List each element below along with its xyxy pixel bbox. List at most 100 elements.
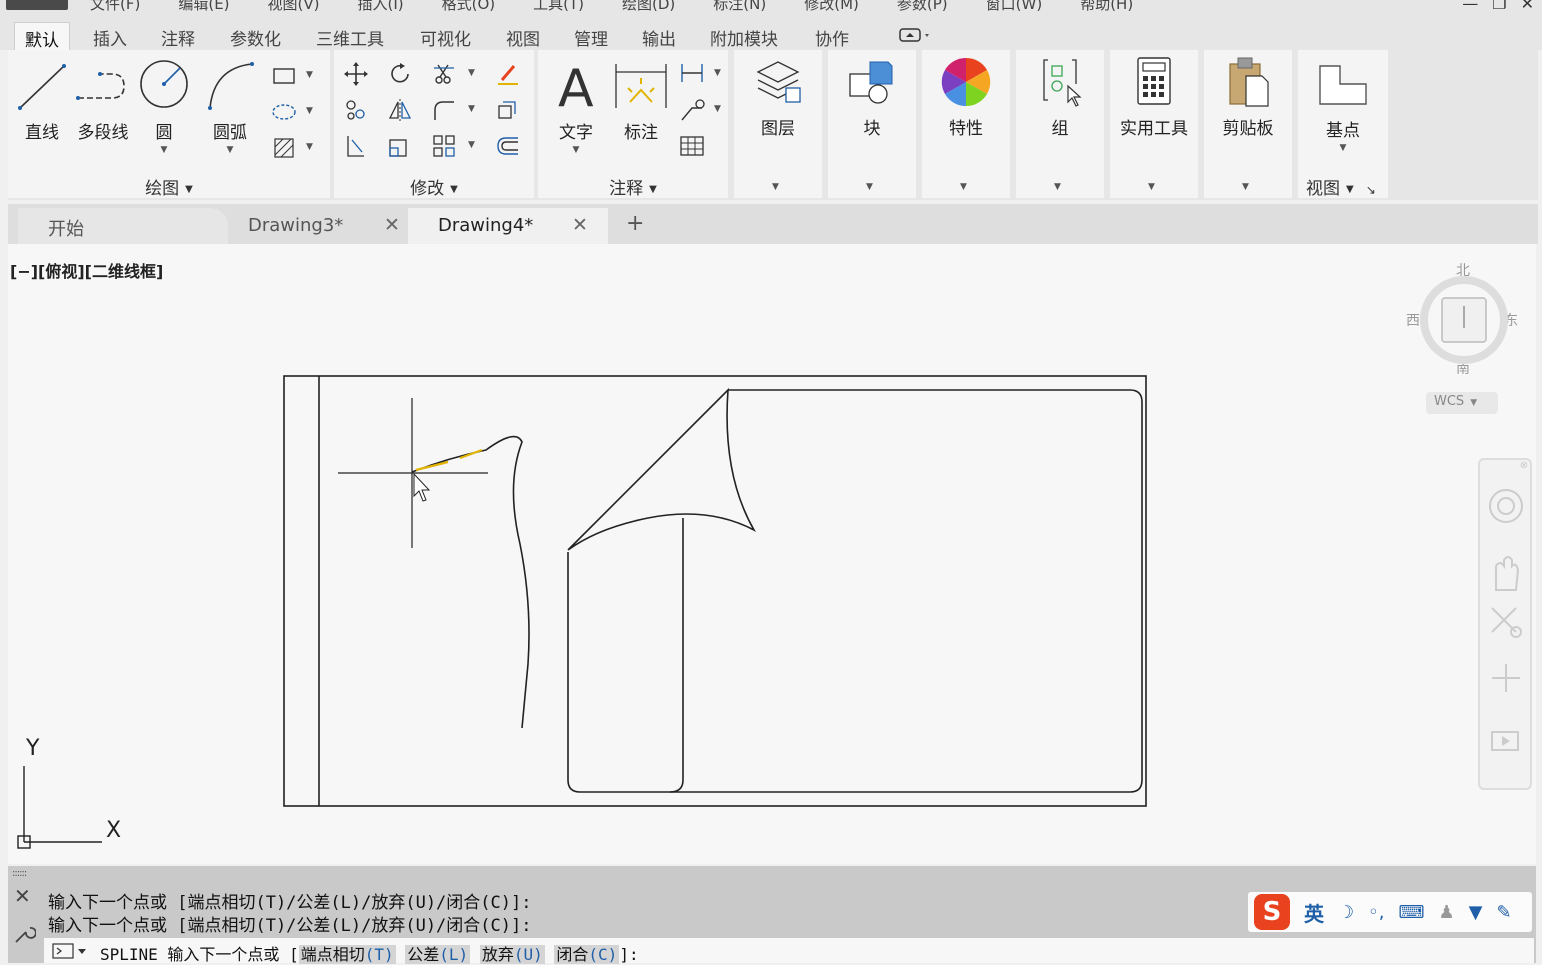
ellipse-button[interactable] (270, 98, 298, 126)
menu-parametric[interactable]: 参数(P) (897, 0, 948, 14)
menu-dimension[interactable]: 标注(N) (713, 0, 766, 14)
ime-logo-icon[interactable]: S (1254, 894, 1290, 930)
close-tab-icon[interactable]: ✕ (384, 214, 400, 236)
clipboard-dropdown-icon[interactable]: ▼ (1242, 182, 1249, 192)
menu-modify[interactable]: 修改(M) (804, 0, 859, 14)
linear-dim-button[interactable] (678, 60, 706, 88)
option-undo[interactable]: 放弃(U) (479, 945, 545, 964)
grip-handle-icon[interactable]: :::::: (12, 868, 27, 879)
linear-dim-dropdown-icon[interactable]: ▼ (714, 68, 721, 78)
keyboard-icon[interactable]: ⌨ (1398, 902, 1424, 923)
tab-collaborate[interactable]: 协作 (805, 22, 859, 50)
scale-button[interactable] (386, 132, 414, 160)
tab-output[interactable]: 输出 (632, 22, 686, 50)
menu-format[interactable]: 格式(O) (442, 0, 496, 14)
properties-dropdown-icon[interactable]: ▼ (960, 182, 967, 192)
skin-shirt-icon[interactable]: ▼ (1469, 902, 1483, 923)
circle-dropdown-icon[interactable]: ▼ (136, 145, 192, 155)
leader-button[interactable] (678, 96, 706, 124)
offset-button[interactable] (494, 132, 522, 160)
trim-dropdown-icon[interactable]: ▼ (468, 68, 475, 78)
menu-file[interactable]: 文件(F) (90, 0, 140, 14)
close-window-button[interactable]: ✕ (1521, 0, 1534, 13)
base-point-button[interactable]: 基点 ▼ (1310, 56, 1376, 153)
tab-manage[interactable]: 管理 (564, 22, 618, 50)
groups-dropdown-icon[interactable]: ▼ (1054, 182, 1061, 192)
text-dropdown-icon[interactable]: ▼ (548, 145, 604, 155)
rectangle-button[interactable] (270, 62, 298, 90)
hatch-dropdown-icon[interactable]: ▼ (306, 142, 313, 152)
tab-start[interactable]: 开始 (18, 208, 228, 244)
menu-help[interactable]: 帮助(H) (1080, 0, 1133, 14)
menu-window[interactable]: 窗口(W) (986, 0, 1043, 14)
modify-panel-title[interactable]: 修改 ▼ (334, 174, 534, 199)
close-tab-icon[interactable]: ✕ (572, 214, 588, 236)
ribbon-options-dropdown[interactable] (888, 24, 944, 52)
viewcube[interactable]: 北 西 东 南 WCS ▼ (1402, 258, 1526, 424)
draw-panel-title[interactable]: 绘图 ▼ (8, 174, 330, 199)
fillet-button[interactable] (430, 96, 458, 124)
panel-launcher-icon[interactable]: ↘ (1366, 183, 1376, 197)
layers-button[interactable]: 图层 (748, 54, 808, 139)
punctuation-icon[interactable]: ◦, (1368, 902, 1384, 923)
arc-button[interactable]: 圆弧 ▼ (200, 58, 260, 155)
trim-button[interactable] (430, 60, 458, 88)
tab-addins[interactable]: 附加模块 (700, 22, 788, 50)
user-icon[interactable]: ♟ (1438, 902, 1454, 923)
tab-drawing3[interactable]: Drawing3* ✕ (218, 208, 414, 244)
customize-wrench-icon[interactable] (12, 922, 36, 946)
option-tangent[interactable]: 端点相切(T) (298, 945, 396, 964)
menu-insert[interactable]: 插入(I) (358, 0, 404, 14)
line-button[interactable]: 直线 (14, 58, 70, 143)
wcs-dropdown[interactable]: WCS ▼ (1426, 392, 1498, 414)
move-button[interactable] (342, 60, 370, 88)
menu-tools[interactable]: 工具(T) (533, 0, 584, 14)
moon-icon[interactable]: ☽ (1338, 902, 1354, 923)
ellipse-dropdown-icon[interactable]: ▼ (306, 106, 313, 116)
hatch-button[interactable] (270, 134, 298, 162)
tab-drawing4[interactable]: Drawing4* ✕ (408, 208, 608, 244)
clipboard-button[interactable]: 剪贴板 (1214, 54, 1282, 139)
option-tolerance[interactable]: 公差(L) (405, 945, 471, 964)
minimize-button[interactable]: — (1462, 0, 1478, 13)
layers-dropdown-icon[interactable]: ▼ (772, 182, 779, 192)
drawing-canvas[interactable]: [−][俯视][二维线框] Y X 北 西 东 南 WCS ▼ ⊗ (8, 244, 1536, 864)
tab-visualize[interactable]: 可视化 (410, 22, 481, 50)
circle-button[interactable]: 圆 ▼ (136, 58, 192, 155)
tab-parametric[interactable]: 参数化 (220, 22, 291, 50)
mirror-button[interactable] (386, 96, 414, 124)
leader-dropdown-icon[interactable]: ▼ (714, 104, 721, 114)
ime-mode-toggle[interactable]: 英 (1304, 898, 1324, 927)
rotate-button[interactable] (386, 60, 414, 88)
array-button[interactable] (430, 132, 458, 160)
rectangle-dropdown-icon[interactable]: ▼ (306, 70, 313, 80)
dimension-button[interactable]: 标注 (610, 58, 672, 143)
option-close[interactable]: 闭合(C) (554, 945, 620, 964)
new-tab-button[interactable]: + (612, 208, 652, 244)
command-input[interactable]: SPLINE 输入下一个点或 [端点相切(T) 公差(L) 放弃(U) 闭合(C… (44, 938, 1534, 964)
settings-wrench-icon[interactable]: ✎ (1496, 902, 1511, 923)
polyline-button[interactable]: 多段线 (72, 58, 134, 143)
restore-button[interactable]: ❐ (1492, 0, 1506, 13)
view-panel-title[interactable]: 视图 ▼ ↘ (1298, 174, 1388, 199)
tab-view[interactable]: 视图 (496, 22, 550, 50)
properties-button[interactable]: 特性 (936, 54, 996, 139)
groups-button[interactable]: 组 (1030, 54, 1090, 139)
arc-dropdown-icon[interactable]: ▼ (200, 145, 260, 155)
menu-edit[interactable]: 编辑(E) (178, 0, 229, 14)
command-prompt-icon[interactable] (52, 941, 92, 961)
block-dropdown-icon[interactable]: ▼ (866, 182, 873, 192)
text-button[interactable]: A 文字 ▼ (548, 58, 604, 155)
tab-default[interactable]: 默认 (14, 22, 70, 51)
stretch-button[interactable] (342, 132, 370, 160)
base-point-dropdown-icon[interactable]: ▼ (1310, 143, 1376, 153)
tab-annotate[interactable]: 注释 (151, 22, 205, 50)
tab-3d-tools[interactable]: 三维工具 (306, 22, 394, 50)
table-button[interactable] (678, 132, 706, 160)
menu-view[interactable]: 视图(V) (268, 0, 320, 14)
erase-button[interactable] (494, 60, 522, 88)
utilities-dropdown-icon[interactable]: ▼ (1148, 182, 1155, 192)
application-menu-button[interactable] (6, 0, 68, 10)
array-dropdown-icon[interactable]: ▼ (468, 140, 475, 150)
copy-button[interactable] (342, 96, 370, 124)
